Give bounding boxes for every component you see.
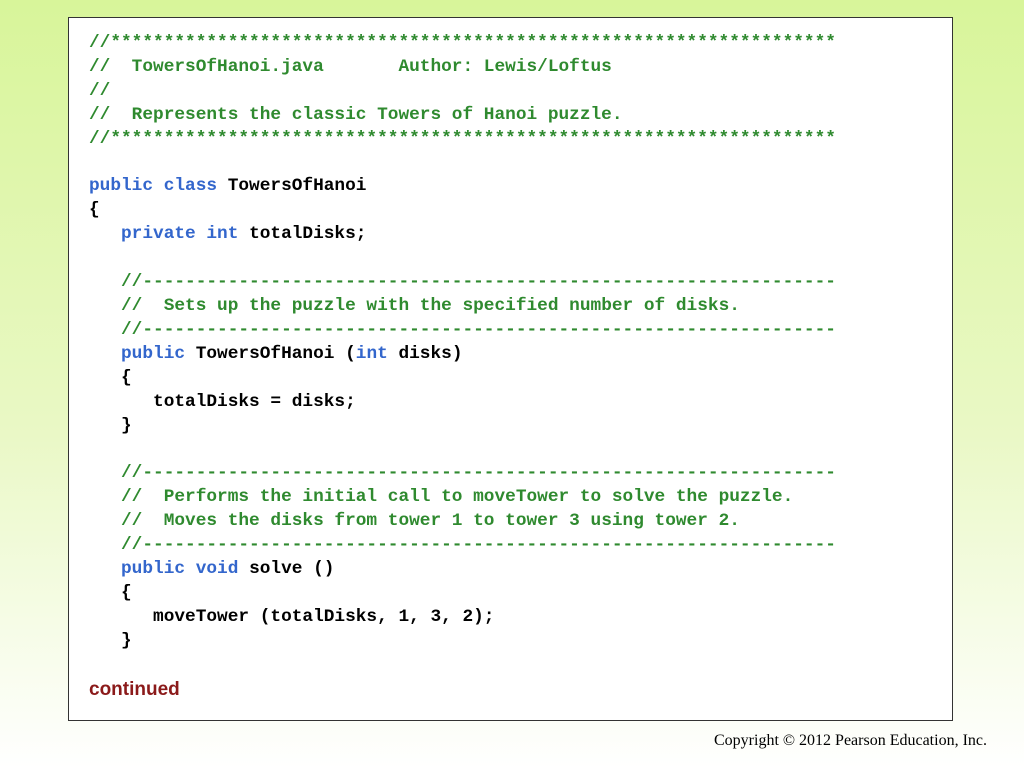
code-keyword: int [355, 343, 388, 364]
code-comment: //**************************************… [89, 33, 836, 53]
code-text: TowersOfHanoi [227, 176, 367, 197]
code-line: { [89, 583, 132, 603]
code-comment: // TowersOfHanoi.java Author: Lewis/Loft… [89, 56, 612, 77]
code-keyword: public [121, 343, 196, 364]
code-text: { [89, 367, 132, 388]
code-text: solve () [249, 558, 335, 579]
code-line: } [89, 416, 132, 436]
copyright-notice: Copyright © 2012 Pearson Education, Inc. [714, 732, 987, 749]
code-text: totalDisks = disks; [89, 391, 356, 412]
code-keyword: private int [121, 224, 250, 245]
code-comment: //--------------------------------------… [121, 535, 836, 556]
code-line: public TowersOfHanoi (int disks) [89, 343, 463, 364]
code-text: moveTower (totalDisks, 1, 3, 2); [89, 606, 495, 627]
code-keyword: public void [121, 558, 250, 579]
code-line: // Performs the initial call to moveTowe… [89, 487, 793, 507]
source-code: //**************************************… [89, 32, 836, 654]
code-line: totalDisks = disks; [89, 392, 356, 412]
code-keyword: public class [89, 176, 228, 197]
code-line: public class TowersOfHanoi [89, 176, 366, 196]
code-line: //**************************************… [89, 33, 836, 53]
code-line: //**************************************… [89, 129, 836, 149]
code-comment: // Represents the classic Towers of Hano… [89, 104, 623, 125]
code-listing-panel: //**************************************… [68, 17, 953, 721]
code-line: public void solve () [89, 559, 334, 579]
code-line: //--------------------------------------… [89, 320, 836, 340]
code-line: } [89, 631, 132, 651]
code-line: //--------------------------------------… [89, 463, 836, 483]
code-line: // [89, 81, 110, 101]
code-line: // Moves the disks from tower 1 to tower… [89, 511, 740, 531]
code-line: //--------------------------------------… [89, 535, 836, 555]
code-line: //--------------------------------------… [89, 272, 836, 292]
code-line: // Represents the classic Towers of Hano… [89, 105, 623, 125]
code-text: TowersOfHanoi ( [195, 343, 356, 364]
code-line: { [89, 200, 100, 220]
continued-label: continued [89, 679, 180, 700]
code-comment: //--------------------------------------… [121, 319, 836, 340]
code-comment: // Sets up the puzzle with the specified… [121, 295, 740, 316]
code-text: { [89, 582, 132, 603]
code-line: private int totalDisks; [89, 224, 366, 244]
code-comment: //**************************************… [89, 128, 836, 149]
code-text: totalDisks; [249, 224, 367, 245]
code-line: // TowersOfHanoi.java Author: Lewis/Loft… [89, 57, 612, 77]
code-text: } [89, 630, 132, 651]
code-line: // Sets up the puzzle with the specified… [89, 296, 740, 316]
code-text: { [89, 200, 100, 221]
code-text: disks) [387, 343, 463, 364]
code-line: moveTower (totalDisks, 1, 3, 2); [89, 607, 494, 627]
code-comment: //--------------------------------------… [121, 463, 836, 484]
code-comment: // Moves the disks from tower 1 to tower… [121, 511, 740, 532]
code-text: } [89, 415, 132, 436]
code-comment: // [89, 80, 111, 101]
code-comment: //--------------------------------------… [121, 272, 836, 293]
code-line: { [89, 368, 132, 388]
code-comment: // Performs the initial call to moveTowe… [121, 487, 794, 508]
